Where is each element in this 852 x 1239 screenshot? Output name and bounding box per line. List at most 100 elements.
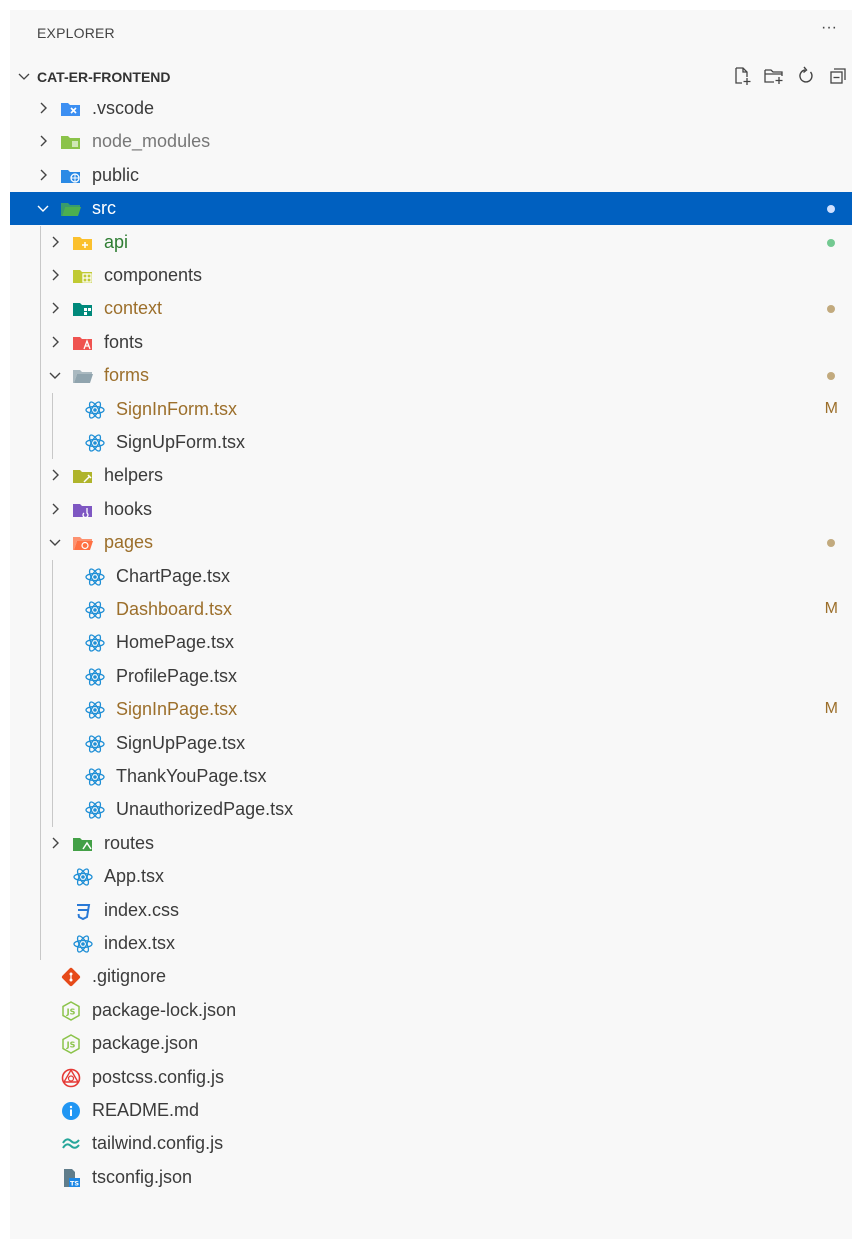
tree-item-label: src bbox=[92, 198, 116, 219]
nodejs-file-icon: JS bbox=[62, 1000, 80, 1021]
tree-item-label: Dashboard.tsx bbox=[116, 599, 233, 619]
tree-file-thankyoupage-tsx[interactable]: ThankYouPage.tsx bbox=[10, 760, 852, 793]
git-status-dot bbox=[827, 372, 835, 381]
chevron-down-icon[interactable] bbox=[35, 200, 51, 216]
tree-file-app-tsx[interactable]: App.tsx bbox=[10, 860, 852, 893]
tree-folder-routes[interactable]: routes bbox=[10, 827, 852, 860]
chevron-right-icon[interactable] bbox=[47, 835, 63, 851]
tailwind-file-icon bbox=[62, 1138, 80, 1150]
folder-icon bbox=[73, 837, 92, 851]
folder-icon bbox=[73, 303, 92, 317]
react-file-icon bbox=[85, 668, 105, 686]
react-file-icon bbox=[73, 935, 93, 953]
tsconfig-file-icon: TS bbox=[64, 1168, 80, 1187]
react-file-icon bbox=[85, 601, 105, 619]
tree-file-package-json[interactable]: JS package.json bbox=[10, 1027, 852, 1060]
chevron-down-icon[interactable] bbox=[47, 534, 63, 550]
tree-item-label: index.tsx bbox=[104, 933, 176, 953]
tree-item-label: App.tsx bbox=[104, 866, 165, 887]
tree-file-profilepage-tsx[interactable]: ProfilePage.tsx bbox=[10, 660, 852, 693]
folder-icon bbox=[61, 103, 80, 116]
folder-icon bbox=[73, 336, 92, 350]
tree-item-label: .vscode bbox=[92, 98, 155, 118]
explorer-actions bbox=[730, 64, 850, 90]
tree-file-signupform-tsx[interactable]: SignUpForm.tsx bbox=[10, 426, 852, 459]
tree-item-label: forms bbox=[104, 365, 149, 386]
folder-icon bbox=[61, 136, 80, 150]
indent-guide bbox=[52, 392, 53, 460]
chevron-right-icon[interactable] bbox=[35, 167, 51, 183]
chevron-down-icon[interactable] bbox=[47, 367, 63, 383]
chevron-right-icon[interactable] bbox=[35, 133, 51, 149]
tree-folder-helpers[interactable]: helpers bbox=[10, 459, 852, 492]
folder-icon bbox=[73, 270, 92, 283]
collapse-all-icon[interactable] bbox=[826, 64, 850, 88]
chevron-right-icon[interactable] bbox=[47, 334, 63, 350]
tree-item-label: UnauthorizedPage.tsx bbox=[116, 799, 294, 820]
chevron-right-icon[interactable] bbox=[47, 234, 63, 250]
tree-item-label: tsconfig.json bbox=[92, 1166, 193, 1187]
git-modified-badge: M bbox=[824, 700, 838, 718]
explorer-panel: EXPLORER ··· CAT-ER-FRONTEND .vscode nod… bbox=[10, 10, 852, 1239]
tree-file-index-tsx[interactable]: index.tsx bbox=[10, 927, 852, 960]
more-actions-button[interactable]: ··· bbox=[818, 20, 840, 40]
folder-icon bbox=[61, 169, 80, 183]
tree-folder-pages[interactable]: pages bbox=[10, 526, 852, 559]
chevron-right-icon[interactable] bbox=[47, 501, 63, 517]
tree-folder-hooks[interactable]: hooks bbox=[10, 493, 852, 526]
tree-item-label: ThankYouPage.tsx bbox=[116, 766, 267, 786]
tree-file-readme-md[interactable]: README.md bbox=[10, 1094, 852, 1127]
tree-folder-fonts[interactable]: fonts bbox=[10, 326, 852, 359]
tree-file-index-css[interactable]: index.css bbox=[10, 894, 852, 927]
tree-item-label: index.css bbox=[104, 899, 180, 920]
git-status-dot bbox=[827, 205, 835, 214]
tree-item-label: .gitignore bbox=[92, 966, 167, 987]
chevron-right-icon[interactable] bbox=[35, 100, 51, 116]
tree-file-package-lock-json[interactable]: JS package-lock.json bbox=[10, 994, 852, 1027]
git-status-dot bbox=[827, 238, 835, 247]
tree-folder-public[interactable]: public bbox=[10, 159, 852, 192]
react-file-icon bbox=[85, 567, 105, 586]
tree-item-label: postcss.config.js bbox=[92, 1066, 225, 1087]
tree-file-unauthorizedpage-tsx[interactable]: UnauthorizedPage.tsx bbox=[10, 793, 852, 826]
react-file-icon bbox=[73, 868, 93, 886]
tree-item-label: context bbox=[104, 298, 163, 319]
react-file-icon bbox=[85, 734, 105, 753]
tree-folder-api[interactable]: api bbox=[10, 226, 852, 259]
refresh-icon[interactable] bbox=[794, 64, 818, 88]
tree-file-signinform-tsx[interactable]: SignInForm.tsx M bbox=[10, 393, 852, 426]
tree-file-signinpage-tsx[interactable]: SignInPage.tsx M bbox=[10, 693, 852, 726]
tree-item-label: routes bbox=[104, 832, 155, 853]
tree-file-chartpage-tsx[interactable]: ChartPage.tsx bbox=[10, 560, 852, 593]
new-folder-icon[interactable] bbox=[762, 64, 786, 88]
tree-file-signuppage-tsx[interactable]: SignUpPage.tsx bbox=[10, 727, 852, 760]
tree-folder-vscode[interactable]: .vscode bbox=[10, 92, 852, 125]
chevron-right-icon[interactable] bbox=[47, 267, 63, 283]
tree-file-gitignore[interactable]: .gitignore bbox=[10, 960, 852, 993]
project-header[interactable]: CAT-ER-FRONTEND bbox=[10, 62, 852, 92]
chevron-right-icon[interactable] bbox=[47, 467, 63, 483]
tree-file-dashboard-tsx[interactable]: Dashboard.tsx M bbox=[10, 593, 852, 626]
folder-icon bbox=[73, 503, 92, 518]
folder-open-icon bbox=[61, 203, 81, 217]
chevron-right-icon[interactable] bbox=[47, 300, 63, 316]
chevron-down-icon bbox=[18, 73, 30, 80]
git-status-dot bbox=[827, 539, 835, 548]
new-file-icon[interactable] bbox=[730, 64, 754, 88]
tree-folder-forms[interactable]: forms bbox=[10, 359, 852, 392]
tree-folder-components[interactable]: components bbox=[10, 259, 852, 292]
folder-open-icon bbox=[73, 370, 93, 384]
tree-folder-node-modules[interactable]: node_modules bbox=[10, 125, 852, 158]
tree-file-tsconfig-json[interactable]: TS tsconfig.json bbox=[10, 1161, 852, 1194]
tree-folder-src[interactable]: src bbox=[10, 192, 852, 226]
folder-open-icon bbox=[73, 537, 93, 551]
tree-item-label: hooks bbox=[104, 498, 153, 519]
tree-file-homepage-tsx[interactable]: HomePage.tsx bbox=[10, 626, 852, 659]
tree-item-label: tailwind.config.js bbox=[92, 1133, 224, 1154]
tree-item-label: ProfilePage.tsx bbox=[116, 665, 238, 686]
react-file-icon bbox=[85, 701, 105, 719]
tree-file-tailwind-config-js[interactable]: tailwind.config.js bbox=[10, 1127, 852, 1160]
react-file-icon bbox=[85, 801, 105, 820]
tree-file-postcss-config-js[interactable]: postcss.config.js bbox=[10, 1061, 852, 1094]
tree-folder-context[interactable]: context bbox=[10, 292, 852, 325]
